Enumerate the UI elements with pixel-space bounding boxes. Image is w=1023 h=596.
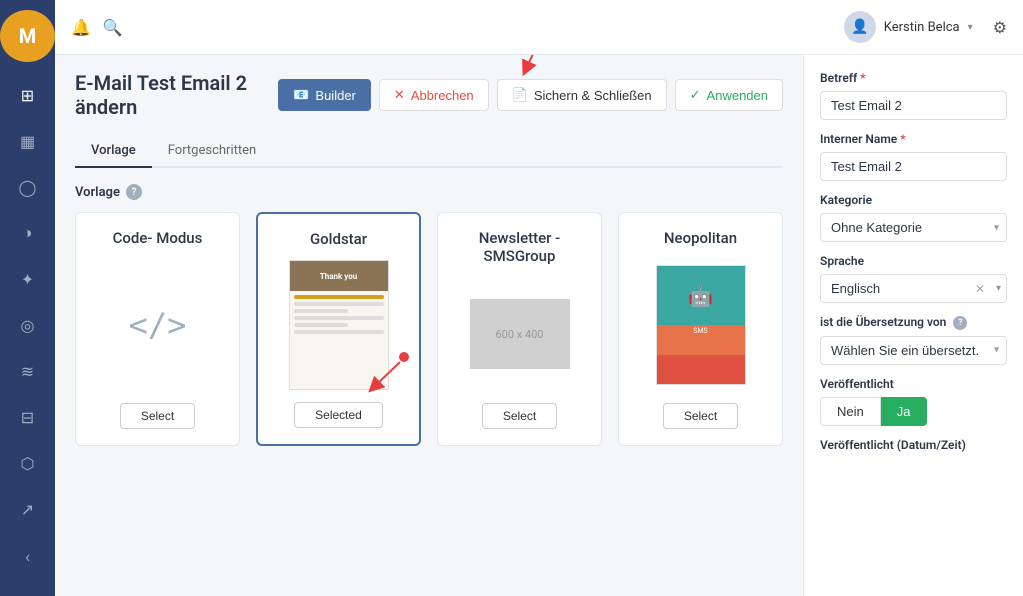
cancel-icon: ✕ bbox=[394, 87, 405, 103]
template-card-newsletter[interactable]: Newsletter - SMSGroup 600 x 400 Select bbox=[437, 212, 602, 446]
sidebar-icon-puzzle[interactable]: ✦ bbox=[8, 260, 48, 298]
ubersetzung-select-wrapper: Wählen Sie ein übersetzt... ▾ bbox=[820, 336, 1007, 365]
template-grid: Code- Modus </> Select Goldstar Thank yo… bbox=[75, 212, 783, 446]
toggle-nein-button[interactable]: Nein bbox=[820, 397, 881, 426]
app-logo[interactable]: M bbox=[0, 10, 55, 62]
kategorie-select-wrapper: Ohne Kategorie ▾ bbox=[820, 213, 1007, 242]
template-preview: </> bbox=[92, 259, 223, 391]
interner-name-label: Interner Name * bbox=[820, 132, 1007, 146]
select-button-newsletter[interactable]: Select bbox=[482, 403, 557, 429]
selected-button-goldstar[interactable]: Selected bbox=[294, 402, 383, 428]
sidebar-icon-grid[interactable]: ⊞ bbox=[8, 76, 48, 114]
sidebar-icon-table[interactable]: ⊟ bbox=[8, 398, 48, 436]
sidebar-icon-clock[interactable]: ◎ bbox=[8, 306, 48, 344]
template-preview: 🤖 SMS bbox=[635, 259, 766, 391]
template-card-goldstar[interactable]: Goldstar Thank you bbox=[256, 212, 421, 446]
template-title: Newsletter - SMSGroup bbox=[454, 229, 585, 265]
ubersetzung-select[interactable]: Wählen Sie ein übersetzt... bbox=[820, 336, 1007, 365]
select-button-neopolitan[interactable]: Select bbox=[663, 403, 738, 429]
kategorie-select[interactable]: Ohne Kategorie bbox=[820, 213, 1007, 242]
goldstar-preview: Thank you bbox=[289, 260, 389, 390]
sidebar-icon-calendar[interactable]: ▦ bbox=[8, 122, 48, 160]
user-menu[interactable]: 👤 Kerstin Belca ▾ bbox=[844, 11, 973, 43]
kategorie-label: Kategorie bbox=[820, 193, 1007, 207]
toggle-group: Nein Ja bbox=[820, 397, 1007, 426]
neopolitan-preview: 🤖 SMS bbox=[656, 265, 746, 385]
page-header: E-Mail Test Email 2 ändern 📧 bbox=[75, 71, 783, 119]
toggle-ja-button[interactable]: Ja bbox=[881, 397, 928, 426]
betreff-input[interactable] bbox=[820, 91, 1007, 120]
template-card-code-modus[interactable]: Code- Modus </> Select bbox=[75, 212, 240, 446]
lang-arrow-icon: ▾ bbox=[996, 283, 1001, 294]
avatar: 👤 bbox=[844, 11, 876, 43]
sidebar-icon-trend[interactable]: ↗ bbox=[8, 490, 48, 528]
sidebar-icon-paint[interactable]: ⬡ bbox=[8, 444, 48, 482]
sidebar-icon-chart[interactable]: ◑ bbox=[8, 214, 48, 252]
sidebar-icon-feed[interactable]: ≋ bbox=[8, 352, 48, 390]
ubersetzung-help-icon[interactable]: ? bbox=[953, 316, 967, 330]
ubersetzung-label: ist die Übersetzung von ? bbox=[820, 315, 1007, 330]
veroffentlicht-datum-label: Veröffentlicht (Datum/Zeit) bbox=[820, 438, 1007, 452]
tab-fortgeschritten[interactable]: Fortgeschritten bbox=[152, 135, 272, 168]
tab-vorlage[interactable]: Vorlage bbox=[75, 135, 152, 168]
placeholder-image: 600 x 400 bbox=[470, 299, 570, 369]
template-preview: 600 x 400 bbox=[454, 277, 585, 391]
page-title: E-Mail Test Email 2 ändern bbox=[75, 71, 266, 119]
betreff-label: Betreff * bbox=[820, 71, 1007, 85]
section-label: Vorlage ? bbox=[75, 184, 783, 200]
cancel-button[interactable]: ✕ Abbrechen bbox=[379, 79, 489, 111]
main-area: 🔔 🔍 👤 Kerstin Belca ▾ ⚙ E-Mail Test Emai… bbox=[55, 0, 1023, 596]
username-label: Kerstin Belca bbox=[884, 20, 960, 35]
apply-icon: ✓ bbox=[690, 87, 701, 103]
content-wrapper: E-Mail Test Email 2 ändern 📧 bbox=[55, 55, 1023, 596]
interner-name-input[interactable] bbox=[820, 152, 1007, 181]
page-content: E-Mail Test Email 2 ändern 📧 bbox=[55, 55, 803, 596]
code-icon: </> bbox=[129, 306, 187, 344]
search-icon[interactable]: 🔍 bbox=[103, 18, 123, 37]
help-icon[interactable]: ? bbox=[126, 184, 142, 200]
lang-clear-icon[interactable]: ✕ bbox=[975, 282, 985, 296]
select-button-code-modus[interactable]: Select bbox=[120, 403, 195, 429]
sidebar-icon-user[interactable]: ◯ bbox=[8, 168, 48, 206]
sidebar: M ⊞ ▦ ◯ ◑ ✦ ◎ ≋ ⊟ ⬡ ↗ ‹ bbox=[0, 0, 55, 596]
gear-icon[interactable]: ⚙ bbox=[993, 18, 1007, 37]
builder-icon: 📧 bbox=[293, 87, 309, 103]
topnav: 🔔 🔍 👤 Kerstin Belca ▾ ⚙ bbox=[55, 0, 1023, 55]
right-sidebar: Betreff * Interner Name * Kategorie Ohne… bbox=[803, 55, 1023, 596]
veroffentlicht-label: Veröffentlicht bbox=[820, 377, 1007, 391]
sidebar-collapse-icon[interactable]: ‹ bbox=[8, 536, 48, 576]
template-preview: Thank you bbox=[274, 260, 403, 390]
save-button[interactable]: 📄 Sichern & Schließen bbox=[497, 79, 667, 111]
template-title: Code- Modus bbox=[113, 229, 203, 247]
bell-icon[interactable]: 🔔 bbox=[71, 18, 91, 37]
template-title: Goldstar bbox=[310, 230, 367, 248]
apply-button[interactable]: ✓ Anwenden bbox=[675, 79, 783, 111]
sprache-select-wrapper: Englisch ✕ ▾ bbox=[820, 274, 1007, 303]
save-icon: 📄 bbox=[512, 87, 528, 103]
header-actions: 📧 Builder ✕ Abbrechen 📄 Sichern & Schlie… bbox=[278, 79, 783, 111]
builder-button[interactable]: 📧 Builder bbox=[278, 79, 371, 111]
tabs: Vorlage Fortgeschritten bbox=[75, 135, 783, 168]
template-card-neopolitan[interactable]: Neopolitan 🤖 SMS Select bbox=[618, 212, 783, 446]
template-title: Neopolitan bbox=[664, 229, 737, 247]
sprache-label: Sprache bbox=[820, 254, 1007, 268]
